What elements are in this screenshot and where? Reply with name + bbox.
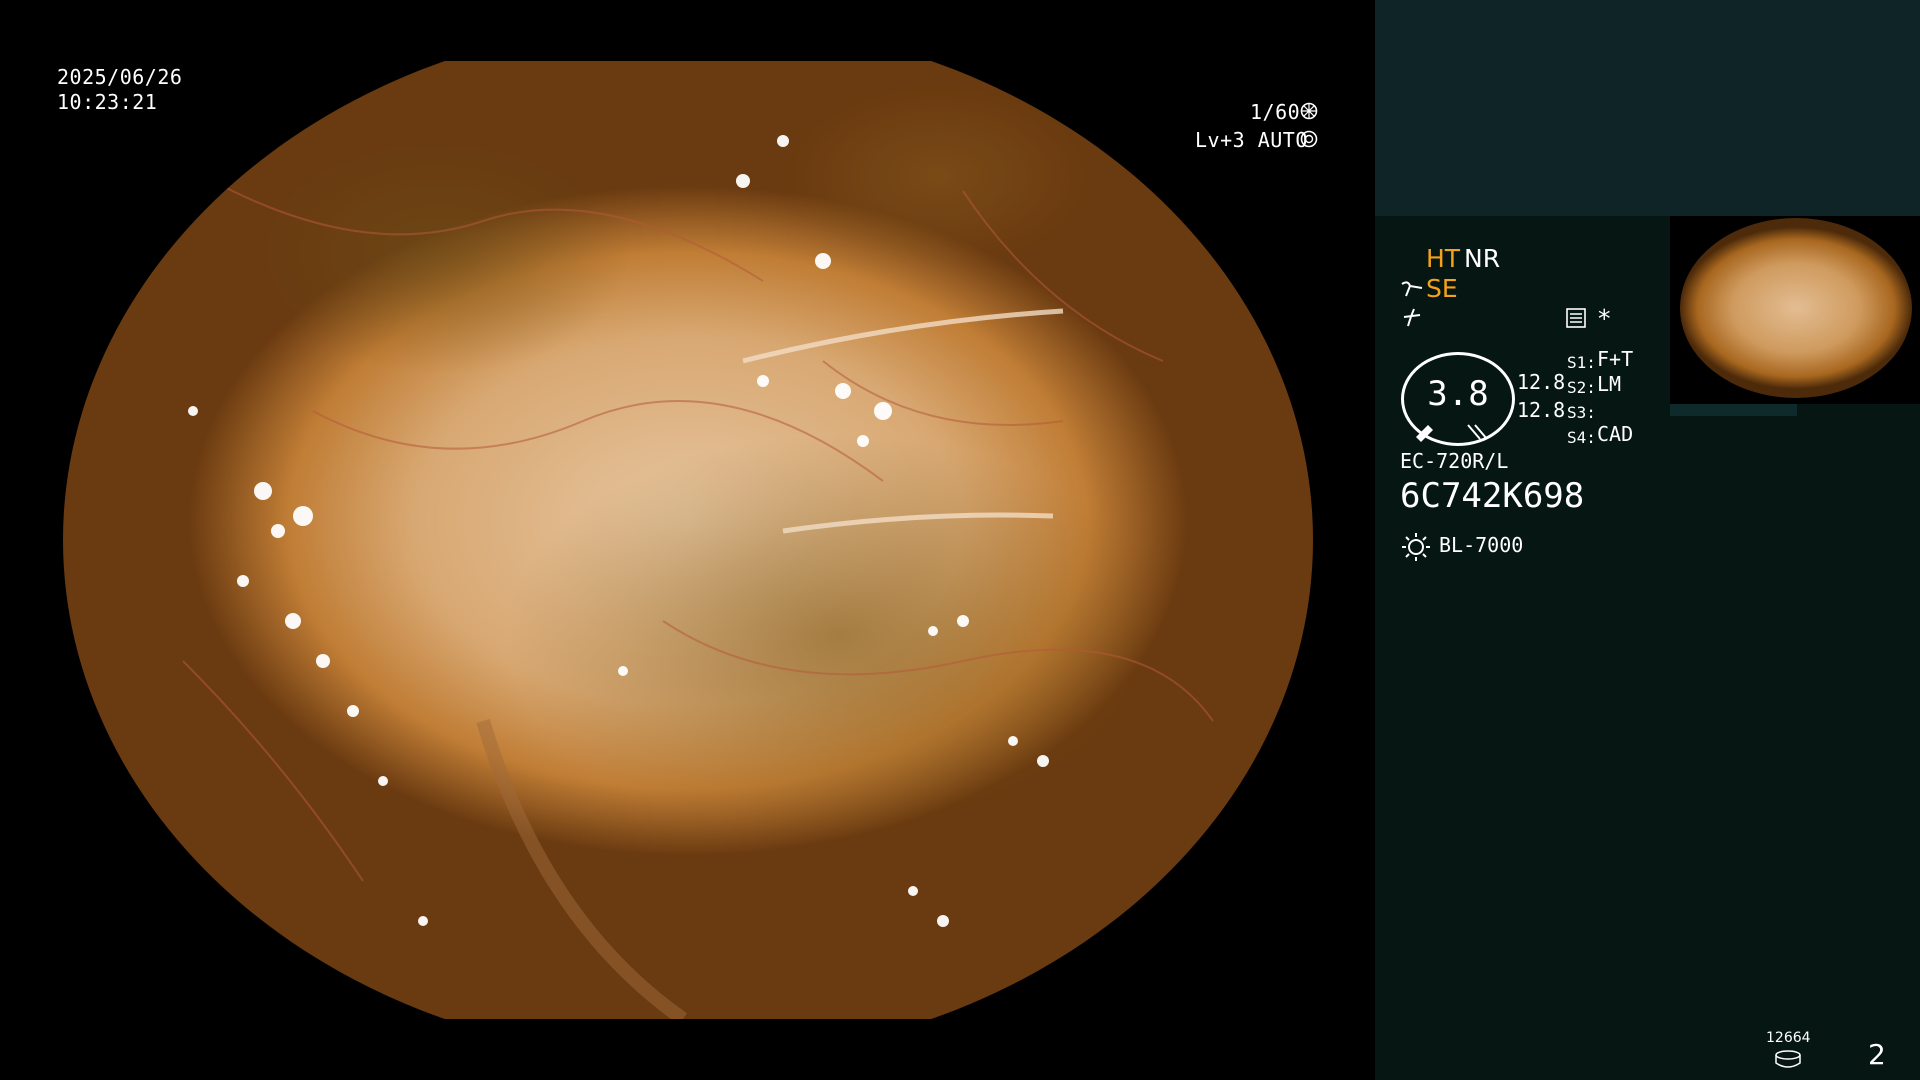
shutter-label: 1/60 — [1250, 100, 1301, 124]
thumbnail-image — [1680, 218, 1912, 398]
gauge-value: 3.8 — [1427, 374, 1489, 414]
storage-count: 12664 — [1766, 1030, 1811, 1046]
disk-icon — [1775, 1050, 1801, 1068]
reading-1: 12.8 — [1517, 370, 1566, 394]
thumbnail-bar — [1670, 404, 1797, 416]
slash-icon — [1403, 308, 1421, 327]
mode-se: SE — [1426, 274, 1458, 303]
light-source-icon — [1402, 533, 1430, 561]
switch-value-s3 — [1597, 397, 1633, 422]
scope-serial: 6C742K698 — [1400, 476, 1585, 516]
switch-keys: S1: S2: S3: S4: — [1567, 350, 1596, 450]
switch-value-s1: F+T — [1597, 347, 1634, 371]
switch-value-s2: LM — [1597, 372, 1622, 396]
scope-model: EC-720R/L — [1400, 449, 1509, 473]
level-label: Lv+3 AUTO — [1195, 128, 1308, 152]
panel-header — [1375, 0, 1920, 216]
switch-key-s4: S4: — [1567, 428, 1596, 447]
endoscope-image — [63, 61, 1313, 1019]
scope-curve-icon — [1401, 281, 1423, 297]
page-number: 2 — [1868, 1038, 1886, 1071]
menu-icon — [1566, 308, 1586, 328]
switch-values: F+T LM CAD — [1597, 347, 1633, 447]
asterisk-icon: * — [1598, 304, 1611, 333]
time-label: 10:23:21 — [57, 90, 158, 114]
mode-nr: NR — [1464, 244, 1501, 273]
aperture-icon — [1300, 102, 1318, 120]
switch-key-s2: S2: — [1567, 378, 1596, 397]
reading-2: 12.8 — [1517, 398, 1566, 422]
gauge-markers — [1416, 424, 1488, 442]
date-label: 2025/06/26 — [57, 65, 183, 89]
switch-value-s4: CAD — [1597, 422, 1634, 446]
switch-key-s1: S1: — [1567, 353, 1596, 372]
switch-key-s3: S3: — [1567, 403, 1596, 422]
light-source-label: BL-7000 — [1439, 533, 1524, 557]
iris-icon — [1300, 130, 1318, 148]
mode-ht: HT — [1426, 244, 1461, 273]
mucosa-texture — [182, 135, 1214, 1019]
thumbnail-preview[interactable] — [1670, 216, 1920, 404]
